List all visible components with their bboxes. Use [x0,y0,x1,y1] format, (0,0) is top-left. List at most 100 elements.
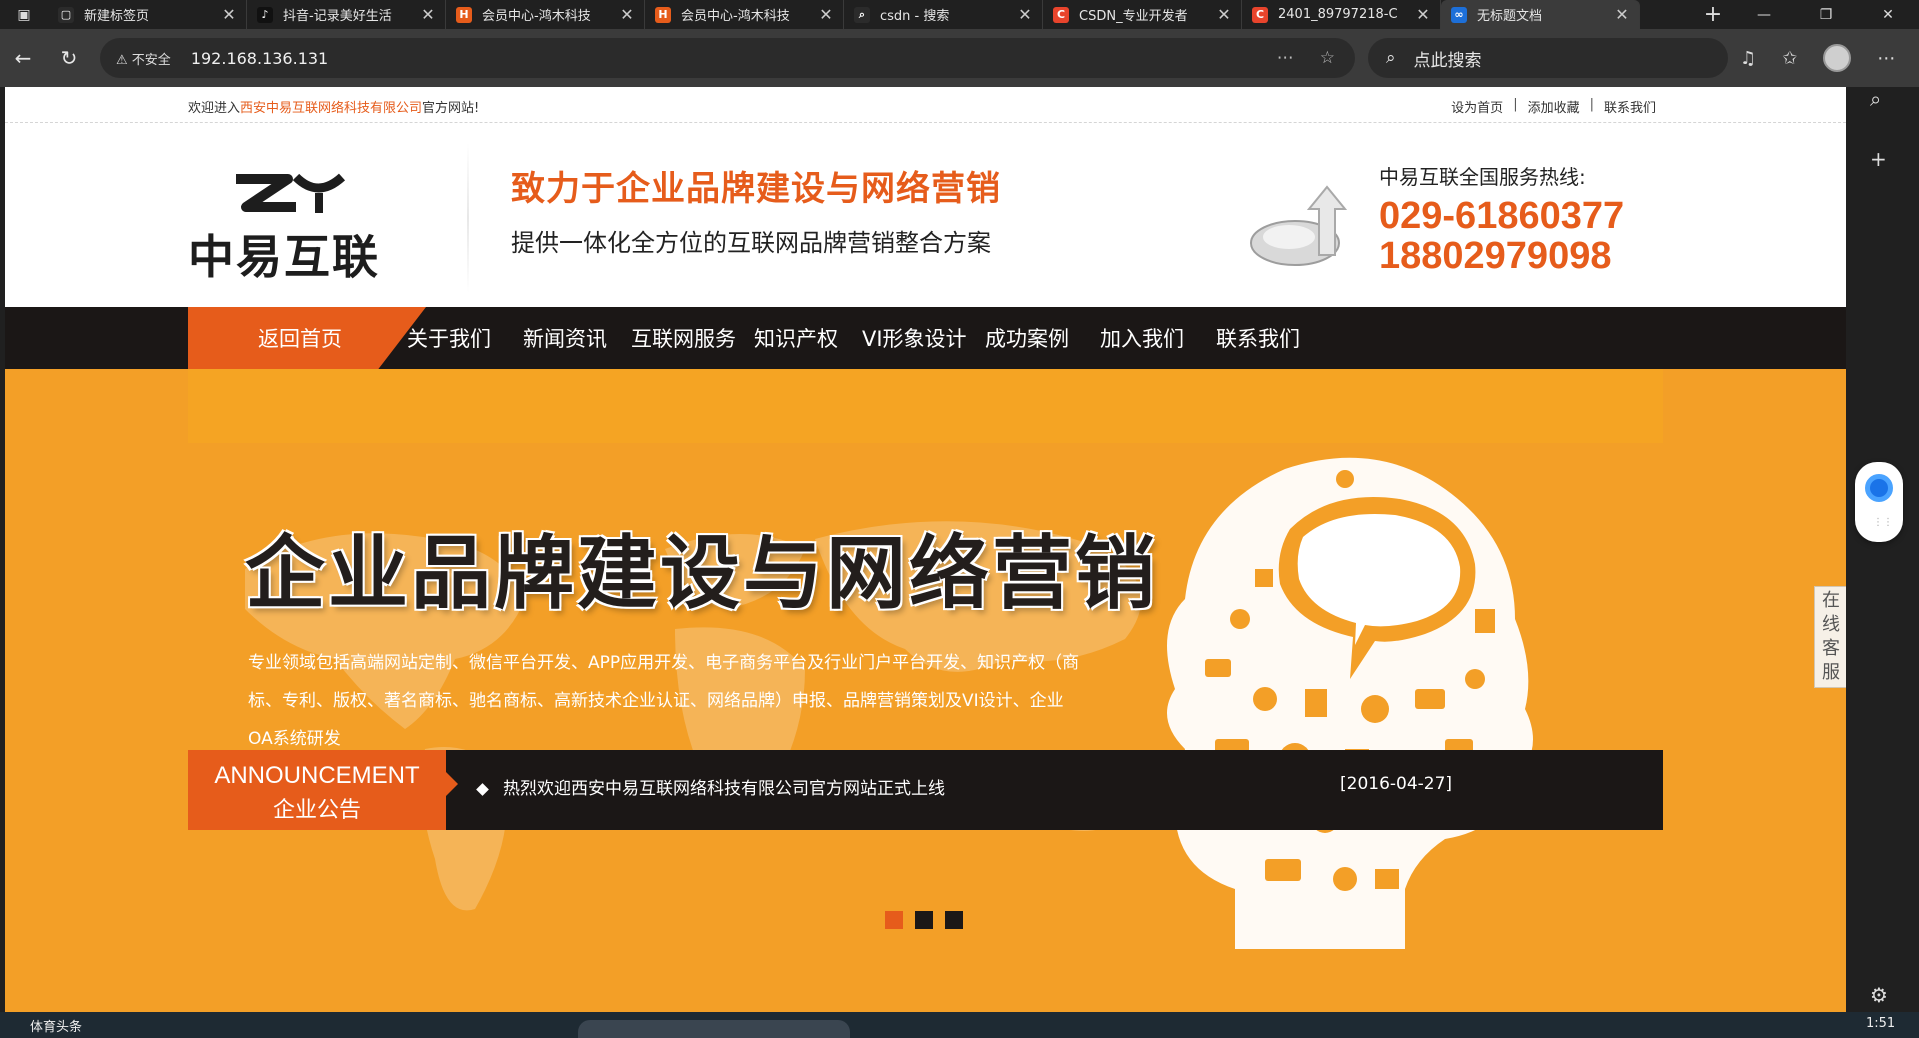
tab-strip: ▢ 新建标签页 ✕ ♪ 抖音-记录美好生活 ✕ H 会员中心-鸿木科技 ✕ H 会员中心-鸿木科技 ✕… [48,0,1693,29]
search-placeholder: 点此搜索 [1413,50,1482,71]
nav-internet-services[interactable]: 互联网服务 [631,307,736,369]
tab-label: 2401_89797218-C [1278,7,1398,22]
tab-close-icon[interactable]: ✕ [817,5,835,24]
new-tab-button[interactable]: + [1693,0,1733,29]
company-name[interactable]: 西安中易互联网络科技有限公司 [240,101,422,116]
set-homepage-link[interactable]: 设为首页 [1451,97,1503,116]
announcement-bar: ANNOUNCEMENT 企业公告 热烈欢迎西安中易互联网络科技有限公司官方网站… [188,750,1663,830]
contact-us-link[interactable]: 联系我们 [1604,97,1656,116]
tab-label: 抖音-记录美好生活 [283,9,392,24]
tab-label: 会员中心-鸿木科技 [681,9,790,24]
tab-close-icon[interactable]: ✕ [220,5,238,24]
profile-avatar[interactable] [1823,44,1852,72]
more-options-icon[interactable]: ⋯ [1277,48,1294,68]
csdn-icon: C [1053,6,1069,23]
hotline-number-2: 18802979098 [1379,235,1612,277]
douyin-icon: ♪ [257,6,273,23]
new-tab-icon: ▢ [58,6,74,23]
hero-banner[interactable]: 企业品牌建设与网络营销 专业领域包括高端网站定制、微信平台开发、APP应用开发、… [5,369,1846,1012]
browser-tab[interactable]: ▢ 新建标签页 ✕ [48,0,247,29]
top-links: 设为首页 | 添加收藏 | 联系我们 [1451,97,1656,116]
slide-dot-1[interactable] [885,911,903,929]
tab-actions-button[interactable]: ▣ [0,0,48,29]
online-service-button[interactable]: 在线客服 [1814,586,1846,688]
banner-description: 专业领域包括高端网站定制、微信平台开发、APP应用开发、电子商务平台及行业门户平… [248,653,1080,749]
main-slogan: 致力于企业品牌建设与网络营销 [511,169,1001,209]
site-header: 中易互联 致力于企业品牌建设与网络营销 提供一体化全方位的互联网品牌营销整合方案… [5,123,1846,307]
announcement-item[interactable]: 热烈欢迎西安中易互联网络科技有限公司官方网站正式上线 [476,774,945,799]
hongmu-icon: H [456,6,472,23]
search-icon: ⌕ [1386,48,1396,68]
slide-dot-3[interactable] [945,911,963,929]
chat-icon [1865,474,1893,502]
banner-headline: 企业品牌建设与网络营销 [245,527,1158,620]
sidebar-add-icon[interactable]: + [1870,147,1887,171]
logo-text: 中易互联 [188,230,380,284]
minimize-button[interactable]: — [1733,0,1795,29]
browser-tab[interactable]: ♪ 抖音-记录美好生活 ✕ [247,0,446,29]
favorites-icon[interactable]: ✩ [1782,48,1797,69]
mouse-icon [1250,185,1348,266]
sidebar-settings-icon[interactable]: ⚙ [1870,983,1888,1007]
tab-label: CSDN_专业开发者 [1079,9,1188,24]
browser-search-box[interactable]: ⌕ 点此搜索 [1368,38,1728,78]
not-secure-indicator[interactable]: ⚠ 不安全 [116,49,171,68]
online-service-label: 在线客服 [1822,590,1840,683]
nav-home[interactable]: 返回首页 [188,307,426,369]
site-logo[interactable]: 中易互联 [188,163,428,284]
favorite-star-icon[interactable]: ☆ [1320,48,1335,68]
taskbar-clock[interactable]: 1:51 [1866,1016,1895,1031]
nav-contact-us[interactable]: 联系我们 [1216,307,1300,369]
tab-close-icon[interactable]: ✕ [1613,5,1631,24]
page-viewport: 欢迎进入西安中易互联网络科技有限公司官方网站! 设为首页 | 添加收藏 | 联系… [5,87,1846,1012]
nav-vi-design[interactable]: VI形象设计 [862,307,967,369]
csdn-icon: C [1252,6,1268,23]
browser-tab[interactable]: H 会员中心-鸿木科技 ✕ [446,0,645,29]
add-favorite-link[interactable]: 添加收藏 [1528,97,1580,116]
welcome-text: 欢迎进入西安中易互联网络科技有限公司官方网站! [188,101,480,116]
tab-label: 新建标签页 [84,9,150,24]
zy-logo-mark [236,173,346,213]
banner-top-band [188,369,1663,443]
read-aloud-icon[interactable]: ♫ [1740,48,1756,69]
nav-intellectual-property[interactable]: 知识产权 [754,307,838,369]
browser-tab[interactable]: ∞ 无标题文档 ✕ [1441,0,1640,29]
nav-cases[interactable]: 成功案例 [985,307,1069,369]
close-window-button[interactable]: ✕ [1857,0,1919,29]
tab-label: 无标题文档 [1477,9,1543,24]
browser-tab[interactable]: ⌕ csdn - 搜索 ✕ [844,0,1043,29]
tab-close-icon[interactable]: ✕ [1016,5,1034,24]
back-button[interactable]: ← [0,38,46,78]
sidebar-search-icon[interactable]: ⌕ [1870,87,1881,111]
address-bar[interactable]: ⚠ 不安全 192.168.136.131 ⋯ ☆ [100,38,1355,78]
announcement-date: [2016-04-27] [1340,774,1453,794]
tab-close-icon[interactable]: ✕ [1215,5,1233,24]
chat-assistant-badge[interactable]: ⋮⋮ [1855,462,1903,542]
tab-close-icon[interactable]: ✕ [618,5,636,24]
restore-button[interactable]: ❐ [1795,0,1857,29]
top-info-bar: 欢迎进入西安中易互联网络科技有限公司官方网站! 设为首页 | 添加收藏 | 联系… [5,87,1846,123]
slide-dot-2[interactable] [915,911,933,929]
browser-toolbar: ← ↻ ⚠ 不安全 192.168.136.131 ⋯ ☆ ⌕ 点此搜索 ♫ ✩… [0,29,1919,87]
tab-close-icon[interactable]: ✕ [419,5,437,24]
browser-tab[interactable]: C 2401_89797218-C ✕ [1242,0,1441,29]
tab-label: 会员中心-鸿木科技 [482,9,591,24]
settings-more-icon[interactable]: ⋯ [1877,48,1895,69]
head-icons-graphic [1167,457,1533,949]
tab-close-icon[interactable]: ✕ [1414,5,1432,24]
nav-news[interactable]: 新闻资讯 [523,307,607,369]
bullet-icon [476,783,489,796]
hotline-number-1: 029-61860377 [1379,195,1625,237]
browser-tab[interactable]: H 会员中心-鸿木科技 ✕ [645,0,844,29]
nav-join-us[interactable]: 加入我们 [1100,307,1184,369]
hotline-label: 中易互联全国服务热线: [1379,165,1586,189]
edge-side-panel: ⌕ + ⚙ [1846,87,1919,1012]
browser-tab[interactable]: C CSDN_专业开发者 ✕ [1043,0,1242,29]
announcement-arrow-icon [446,772,458,796]
nav-about-us[interactable]: 关于我们 [407,307,491,369]
refresh-button[interactable]: ↻ [46,38,92,78]
taskbar-search[interactable] [578,1020,850,1038]
taskbar-news[interactable]: 体育头条 [30,1016,82,1035]
hongmu-icon: H [655,6,671,23]
window-controls: — ❐ ✕ [1733,0,1919,29]
